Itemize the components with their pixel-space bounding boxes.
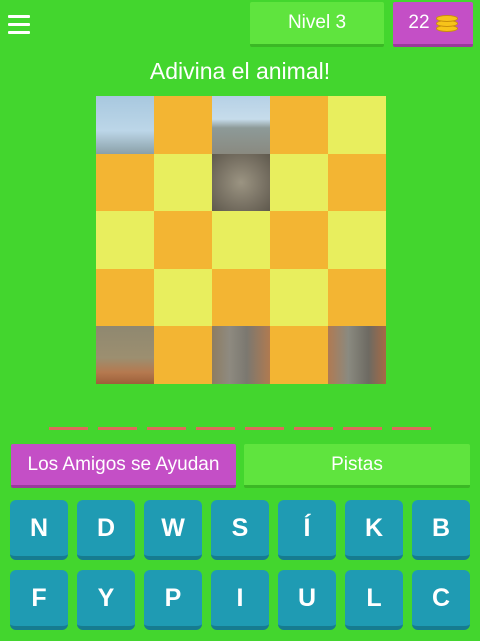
hints-label: Pistas bbox=[331, 453, 383, 475]
answer-slot[interactable] bbox=[343, 427, 382, 430]
friends-help-button[interactable]: Los Amigos se Ayudan bbox=[11, 444, 236, 488]
revealed-image-tile bbox=[328, 326, 386, 384]
letter-key[interactable]: N bbox=[10, 500, 68, 560]
hidden-tile bbox=[328, 96, 386, 154]
hidden-tile bbox=[328, 268, 386, 327]
hidden-tile bbox=[154, 268, 212, 327]
coin-count: 22 bbox=[408, 12, 430, 33]
letter-key[interactable]: I bbox=[211, 570, 269, 630]
friends-help-label: Los Amigos se Ayudan bbox=[27, 453, 220, 475]
answer-slot[interactable] bbox=[49, 427, 88, 430]
level-button[interactable]: Nivel 3 bbox=[250, 2, 384, 47]
letter-key[interactable]: W bbox=[144, 500, 202, 560]
letter-key[interactable]: K bbox=[345, 500, 403, 560]
coin-stack-icon bbox=[435, 14, 458, 32]
hidden-tile bbox=[96, 153, 154, 212]
revealed-image-tile bbox=[96, 96, 154, 154]
hidden-tile bbox=[270, 268, 328, 327]
hidden-tile bbox=[96, 268, 154, 327]
level-label: Nivel 3 bbox=[287, 12, 347, 33]
answer-slots bbox=[49, 427, 433, 431]
letter-key[interactable]: C bbox=[412, 570, 470, 630]
letter-key[interactable]: D bbox=[77, 500, 135, 560]
answer-slot[interactable] bbox=[392, 427, 431, 430]
revealed-image-tile bbox=[96, 326, 154, 384]
hidden-tile bbox=[270, 211, 328, 269]
hidden-tile bbox=[212, 268, 270, 327]
letter-key[interactable]: Í bbox=[278, 500, 336, 560]
page-title: Adivina el animal! bbox=[149, 58, 331, 84]
letter-key[interactable]: U bbox=[278, 570, 336, 630]
hamburger-menu-icon[interactable] bbox=[6, 10, 36, 38]
answer-slot[interactable] bbox=[294, 427, 333, 430]
hidden-tile bbox=[154, 326, 212, 384]
letter-key[interactable]: S bbox=[211, 500, 269, 560]
revealed-image-tile bbox=[212, 326, 270, 384]
hidden-tile bbox=[154, 153, 212, 212]
hidden-tile bbox=[328, 211, 386, 269]
answer-slot[interactable] bbox=[147, 427, 186, 430]
hidden-tile bbox=[96, 211, 154, 269]
answer-slot[interactable] bbox=[196, 427, 235, 430]
letter-key[interactable]: P bbox=[144, 570, 202, 630]
revealed-image-tile bbox=[212, 153, 270, 212]
letter-keyboard: NDWSÍKB FYPIULC bbox=[10, 500, 472, 632]
hidden-tile bbox=[212, 211, 270, 269]
letter-key[interactable]: F bbox=[10, 570, 68, 630]
hidden-tile bbox=[270, 326, 328, 384]
answer-slot[interactable] bbox=[98, 427, 137, 430]
hidden-tile bbox=[154, 211, 212, 269]
picture-puzzle bbox=[96, 96, 386, 384]
hidden-tile bbox=[270, 153, 328, 212]
coins-button[interactable]: 22 bbox=[393, 2, 473, 47]
hidden-tile bbox=[328, 153, 386, 212]
letter-key[interactable]: L bbox=[345, 570, 403, 630]
answer-slot[interactable] bbox=[245, 427, 284, 430]
hidden-tile bbox=[270, 96, 328, 154]
letter-key[interactable]: Y bbox=[77, 570, 135, 630]
letter-key[interactable]: B bbox=[412, 500, 470, 560]
hints-button[interactable]: Pistas bbox=[244, 444, 470, 488]
hidden-tile bbox=[154, 96, 212, 154]
revealed-image-tile bbox=[212, 96, 270, 154]
